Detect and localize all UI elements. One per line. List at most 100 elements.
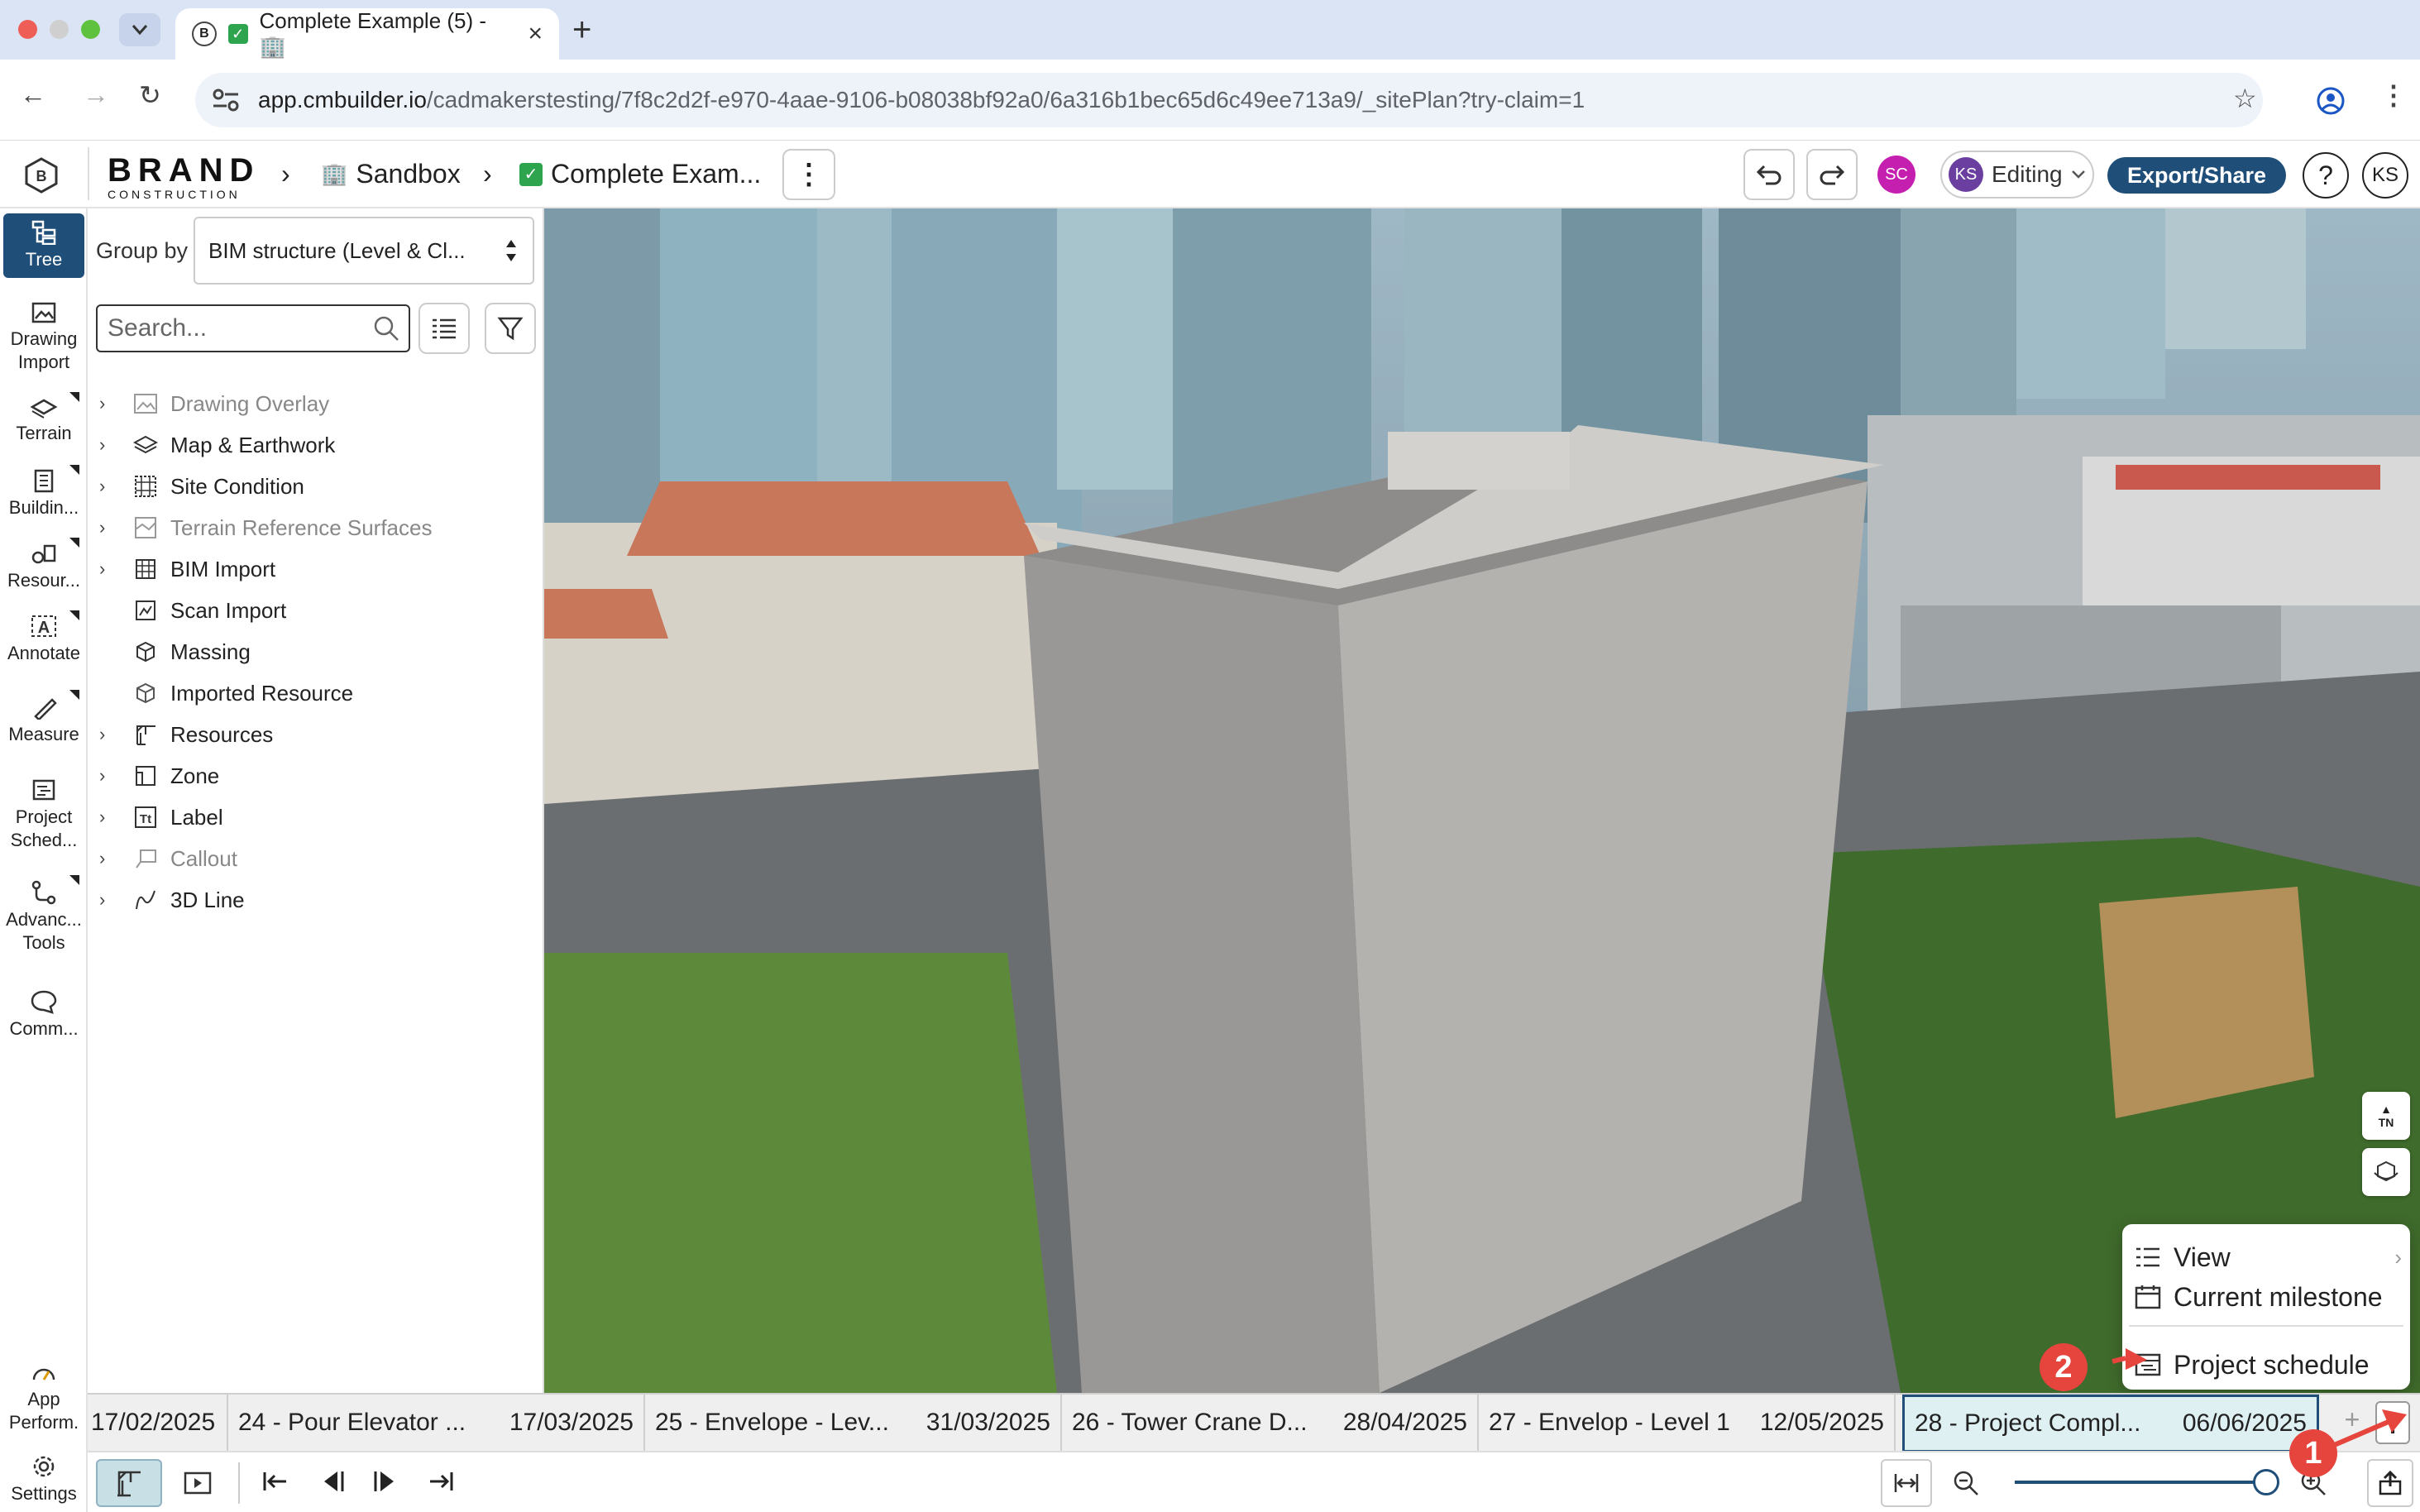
chevron-right-icon[interactable]: › [99, 517, 105, 538]
site-settings-icon[interactable] [212, 88, 240, 112]
milestone-name: 26 - Tower Crane D... [1072, 1409, 1308, 1436]
fit-timeline-button[interactable] [1881, 1459, 1932, 1507]
rail-comments-button[interactable]: Comm... [2, 989, 86, 1041]
next-milestone-button[interactable] [372, 1467, 400, 1500]
minimize-window-button[interactable] [50, 20, 69, 39]
search-input[interactable]: Search... [96, 304, 410, 352]
browser-tab[interactable]: B ✓ Complete Example (5) - 🏢 × [175, 8, 559, 60]
reload-icon[interactable]: ↻ [139, 79, 161, 111]
tree-item-terrain-reference-surfaces[interactable]: › Terrain Reference Surfaces [88, 510, 544, 546]
new-tab-button[interactable]: + [572, 12, 591, 49]
brand-subtitle: CONSTRUCTION [108, 188, 241, 201]
close-window-button[interactable] [18, 20, 37, 39]
collaborator-avatar[interactable]: SC [1877, 156, 1915, 194]
account-avatar-button[interactable]: KS [2362, 152, 2408, 199]
previous-milestone-button[interactable] [318, 1467, 346, 1500]
tree-item-label: Zone [170, 763, 220, 788]
tree-item-label: Terrain Reference Surfaces [170, 514, 433, 540]
milestone-item[interactable]: 26 - Tower Crane D... 28/04/2025 [1062, 1395, 1479, 1451]
tree-item-callout[interactable]: › Callout [88, 840, 544, 877]
gauge-icon [32, 1368, 55, 1380]
milestone-item[interactable]: 24 - Pour Elevator ... 17/03/2025 [228, 1395, 645, 1451]
rail-label: App [27, 1389, 60, 1409]
chevron-right-icon[interactable]: › [99, 848, 105, 869]
milestone-item[interactable]: 17/02/2025 [88, 1395, 228, 1451]
chevron-right-icon[interactable]: › [99, 724, 105, 745]
close-tab-icon[interactable]: × [528, 20, 543, 48]
editing-mode-dropdown[interactable]: KS Editing [1940, 151, 2094, 199]
crane-icon [117, 1471, 141, 1497]
rail-settings-button[interactable]: Settings [2, 1454, 86, 1505]
project-menu-button[interactable]: ⋮ [782, 149, 835, 200]
chevron-right-icon[interactable]: › [99, 765, 105, 787]
tree-item-zone[interactable]: › Zone [88, 758, 544, 794]
rail-terrain-button[interactable]: Terrain [2, 395, 86, 445]
rail-drawing-import-button[interactable]: Drawing Import [2, 301, 86, 373]
bookmark-star-icon[interactable]: ☆ [2233, 83, 2257, 114]
presentation-view-button[interactable] [169, 1459, 227, 1507]
profile-icon[interactable] [2316, 86, 2346, 116]
tab-search-button[interactable] [119, 13, 160, 46]
rail-advanced-tools-button[interactable]: Advanc... Tools [2, 880, 86, 954]
milestone-name: 25 - Envelope - Lev... [655, 1409, 889, 1436]
tree-item-bim-import[interactable]: › BIM Import [88, 551, 544, 587]
rail-measure-button[interactable]: Measure [2, 695, 86, 746]
chevron-right-icon[interactable]: › [99, 806, 105, 828]
rail-building-button[interactable]: Buildin... [2, 468, 86, 519]
undo-button[interactable] [1743, 149, 1795, 200]
breadcrumb-project-label: Complete Exam... [551, 159, 762, 189]
browser-menu-icon[interactable]: ⋮ [2380, 79, 2407, 111]
tree-item-map-earthwork[interactable]: › Map & Earthwork [88, 427, 544, 463]
export-share-button[interactable]: Export/Share [2107, 157, 2286, 194]
back-icon[interactable]: ← [20, 79, 46, 110]
menu-item-current-milestone[interactable]: Current milestone [2122, 1279, 2410, 1315]
maximize-window-button[interactable] [81, 20, 100, 39]
tree-item-label: BIM Import [170, 556, 276, 581]
tree-item-drawing-overlay[interactable]: › Drawing Overlay [88, 385, 544, 422]
3d-viewport[interactable]: ▲ TN [544, 208, 2420, 1393]
tree-item-site-condition[interactable]: › Site Condition [88, 468, 544, 505]
rail-resources-button[interactable]: Resour... [2, 541, 86, 592]
chevron-right-icon[interactable]: › [99, 889, 105, 911]
view-cube-button[interactable] [2362, 1148, 2410, 1196]
rail-annotate-button[interactable]: A Annotate [2, 614, 86, 665]
app-logo-icon[interactable]: B [23, 157, 60, 194]
zone-icon [132, 763, 159, 789]
tree-item-massing[interactable]: Massing [88, 634, 544, 670]
zoom-out-button[interactable] [1940, 1459, 1992, 1507]
redo-button[interactable] [1806, 149, 1858, 200]
submenu-corner-icon [69, 392, 79, 402]
north-compass-button[interactable]: ▲ TN [2362, 1092, 2410, 1140]
rail-tree-button[interactable]: Tree [2, 220, 86, 271]
forward-icon[interactable]: → [83, 79, 109, 110]
milestone-item[interactable]: 27 - Envelop - Level 1 12/05/2025 [1479, 1395, 1896, 1451]
filter-button[interactable] [485, 303, 536, 354]
jump-to-end-button[interactable] [427, 1467, 455, 1500]
scene-view-button[interactable] [96, 1459, 162, 1507]
image-icon [132, 390, 159, 417]
breadcrumb-project[interactable]: ✓ Complete Exam... [519, 159, 761, 189]
rail-label-2: Sched... [10, 829, 78, 850]
tree-item-scan-import[interactable]: Scan Import [88, 592, 544, 629]
jump-to-start-button[interactable] [261, 1467, 289, 1500]
url-field[interactable]: app.cmbuilder.io/cadmakerstesting/7f8c2d… [195, 73, 2263, 127]
chevron-right-icon[interactable]: › [99, 393, 105, 414]
check-icon: ✓ [519, 162, 543, 186]
tree-item-3d-line[interactable]: › 3D Line [88, 882, 544, 918]
menu-item-view[interactable]: View › [2122, 1239, 2410, 1275]
chevron-right-icon[interactable]: › [99, 434, 105, 456]
group-by-select[interactable]: BIM structure (Level & Cl... [194, 217, 534, 285]
help-button[interactable]: ? [2303, 152, 2349, 199]
list-options-button[interactable] [418, 303, 470, 354]
tree-item-resources[interactable]: › Resources [88, 716, 544, 753]
milestone-item[interactable]: 25 - Envelope - Lev... 31/03/2025 [645, 1395, 1062, 1451]
tree-item-label-group[interactable]: › Tt Label [88, 799, 544, 835]
rail-app-performance-button[interactable]: App Perform. [2, 1361, 86, 1433]
submenu-corner-icon [69, 538, 79, 548]
tree-item-label: Resources [170, 721, 274, 747]
chevron-right-icon[interactable]: › [99, 558, 105, 580]
tree-item-imported-resource[interactable]: Imported Resource [88, 675, 544, 711]
breadcrumb-sandbox[interactable]: 🏢 Sandbox [321, 159, 461, 189]
chevron-right-icon[interactable]: › [99, 476, 105, 497]
rail-project-schedule-button[interactable]: Project Sched... [2, 778, 86, 851]
